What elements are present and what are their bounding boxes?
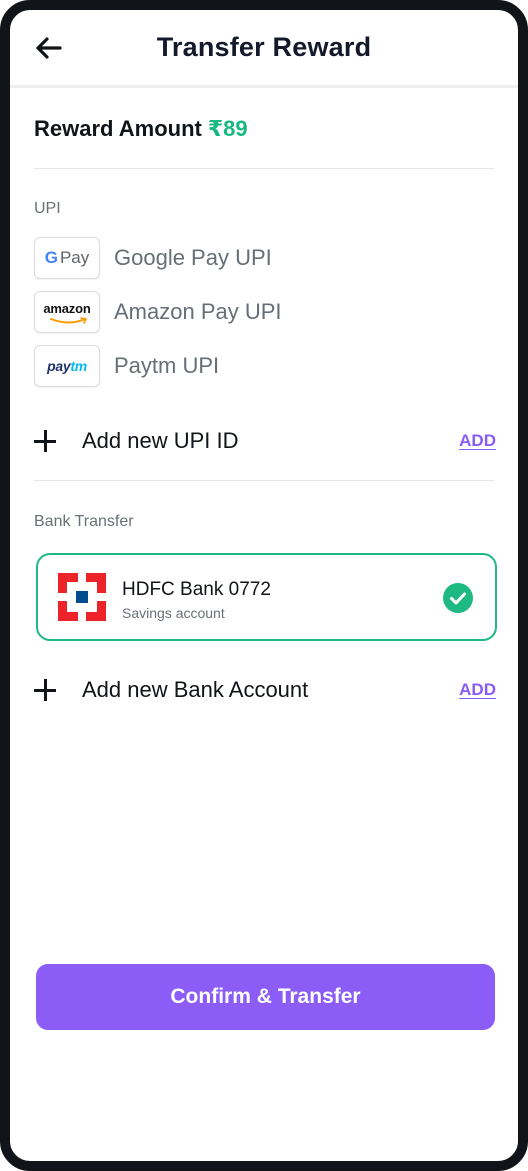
upi-option-amazon-pay[interactable]: amazon Amazon Pay UPI [34,290,494,334]
upi-option-label: Paytm UPI [114,353,220,378]
check-circle-icon [443,583,473,613]
bank-account-name: HDFC Bank 0772 [122,579,271,600]
plus-icon [34,679,56,701]
bank-account-type: Savings account [122,605,225,621]
app-header: Transfer Reward [10,10,518,88]
amazon-smile-icon [50,317,88,324]
upi-option-google-pay[interactable]: G Pay Google Pay UPI [34,236,494,280]
reward-label: Reward Amount [34,116,202,141]
upi-option-label: Google Pay UPI [114,245,272,270]
bank-account-card-selected[interactable]: HDFC Bank 0772 Savings account [36,553,497,641]
reward-amount: Reward Amount ₹89 [34,116,248,142]
divider [34,480,494,481]
google-pay-logo: G Pay [34,237,100,279]
upi-section-label: UPI [34,200,61,217]
phone-frame: Transfer Reward Reward Amount ₹89 UPI G Pa… [0,0,528,1171]
add-upi-label: Add new UPI ID [82,428,239,453]
reward-value: ₹89 [207,116,248,141]
add-bank-label: Add new Bank Account [82,677,309,702]
paytm-logo: paytm [34,345,100,387]
add-upi-button[interactable]: ADD [459,431,496,451]
upi-option-paytm[interactable]: paytm Paytm UPI [34,344,494,388]
confirm-transfer-button[interactable]: Confirm & Transfer [36,964,495,1030]
hdfc-bank-logo [58,573,106,621]
page-title: Transfer Reward [156,32,372,62]
divider [34,168,494,169]
bank-section-label: Bank Transfer [34,513,134,530]
add-bank-button[interactable]: ADD [459,680,496,700]
plus-icon [34,430,56,452]
upi-option-label: Amazon Pay UPI [114,299,282,324]
amazon-pay-logo: amazon [34,291,100,333]
add-bank-row: Add new Bank Account ADD [34,672,496,708]
add-upi-row: Add new UPI ID ADD [34,423,496,459]
